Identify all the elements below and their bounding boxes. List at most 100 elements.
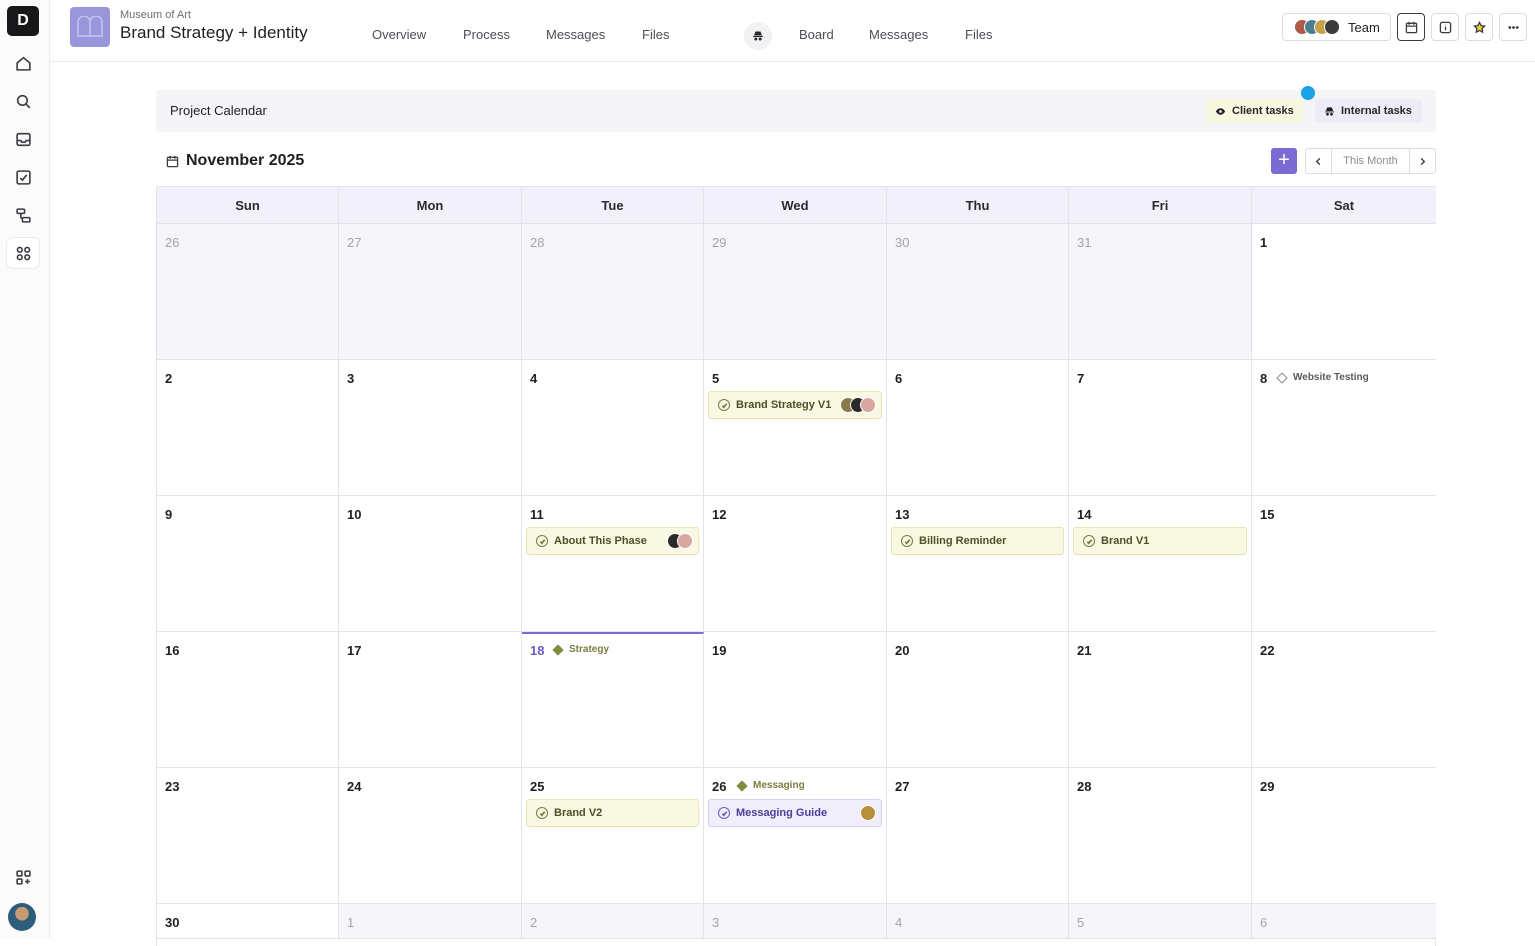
day-cell[interactable]: 15: [1252, 496, 1436, 632]
event-brand-strategy-v1[interactable]: Brand Strategy V1: [708, 391, 882, 419]
event-about-this-phase[interactable]: About This Phase: [526, 527, 699, 555]
day-cell[interactable]: 27: [887, 768, 1069, 904]
day-cell[interactable]: 2: [157, 360, 339, 496]
day-number: 2: [165, 371, 173, 386]
day-cell[interactable]: 6: [1252, 904, 1436, 939]
day-cell[interactable]: 19: [704, 632, 887, 768]
workflow-icon[interactable]: [7, 200, 39, 230]
day-cell-today[interactable]: 18 Strategy: [522, 632, 704, 768]
day-cell[interactable]: 22: [1252, 632, 1436, 768]
day-cell[interactable]: 28: [1069, 768, 1252, 904]
assignee-avatars: [840, 397, 876, 413]
app-logo[interactable]: D: [7, 6, 39, 36]
internal-spy-icon[interactable]: [744, 22, 772, 50]
day-cell[interactable]: 1: [339, 904, 522, 939]
day-cell[interactable]: 30: [887, 224, 1069, 360]
team-label: Team: [1348, 19, 1380, 35]
month-heading: November 2025: [166, 152, 304, 170]
day-cell[interactable]: 10: [339, 496, 522, 632]
user-avatar[interactable]: [8, 903, 36, 931]
home-icon[interactable]: [7, 48, 39, 78]
day-cell[interactable]: 23: [157, 768, 339, 904]
inbox-icon[interactable]: [7, 124, 39, 154]
project-thumbnail: [70, 7, 110, 47]
day-cell[interactable]: 3: [339, 360, 522, 496]
day-cell[interactable]: 4: [522, 360, 704, 496]
day-cell[interactable]: 21: [1069, 632, 1252, 768]
milestone-website-testing[interactable]: Website Testing: [1276, 371, 1369, 384]
tasks-icon[interactable]: [7, 162, 39, 192]
search-icon[interactable]: [7, 86, 39, 116]
day-cell[interactable]: 20: [887, 632, 1069, 768]
day-cell[interactable]: 31: [1069, 224, 1252, 360]
day-cell[interactable]: 26: [157, 224, 339, 360]
event-messaging-guide[interactable]: Messaging Guide: [708, 799, 882, 827]
chevron-left-icon: [1315, 157, 1321, 165]
calendar-icon[interactable]: [1397, 13, 1425, 41]
day-cell[interactable]: 9: [157, 496, 339, 632]
day-cell[interactable]: 16: [157, 632, 339, 768]
add-event-button[interactable]: +: [1271, 148, 1297, 174]
team-button[interactable]: Team: [1282, 13, 1391, 41]
add-app-icon[interactable]: [7, 862, 39, 892]
day-cell[interactable]: 29: [704, 224, 887, 360]
this-month-button[interactable]: This Month: [1331, 149, 1410, 173]
day-cell[interactable]: 1: [1252, 224, 1436, 360]
day-cell[interactable]: 7: [1069, 360, 1252, 496]
day-cell[interactable]: 26 Messaging Messaging Guide: [704, 768, 887, 904]
internal-tasks-filter[interactable]: Internal tasks: [1315, 99, 1422, 123]
day-cell[interactable]: 6: [887, 360, 1069, 496]
day-cell[interactable]: 13 Billing Reminder: [887, 496, 1069, 632]
weekday-thu: Thu: [887, 187, 1069, 224]
day-number: 30: [165, 915, 180, 930]
day-cell[interactable]: 17: [339, 632, 522, 768]
event-billing-reminder[interactable]: Billing Reminder: [891, 527, 1064, 555]
weekday-wed: Wed: [704, 187, 887, 224]
day-cell[interactable]: 29: [1252, 768, 1436, 904]
milestone-strategy[interactable]: Strategy: [552, 643, 609, 656]
day-cell[interactable]: 25 Brand V2: [522, 768, 704, 904]
event-label: Brand V2: [554, 807, 603, 819]
star-icon[interactable]: [1465, 13, 1493, 41]
day-cell[interactable]: 30: [157, 904, 339, 939]
day-number: 10: [347, 507, 362, 522]
day-cell[interactable]: 24: [339, 768, 522, 904]
day-cell[interactable]: 5: [1069, 904, 1252, 939]
milestone-messaging[interactable]: Messaging: [736, 779, 805, 792]
diamond-outline-icon: [1276, 371, 1288, 384]
more-icon[interactable]: [1499, 13, 1527, 41]
day-cell[interactable]: 27: [339, 224, 522, 360]
weekday-sat: Sat: [1252, 187, 1436, 224]
day-number: 6: [1260, 915, 1268, 930]
event-brand-v1[interactable]: Brand V1: [1073, 527, 1247, 555]
client-tasks-filter[interactable]: Client tasks: [1206, 99, 1303, 123]
day-cell[interactable]: 5 Brand Strategy V1: [704, 360, 887, 496]
month-navigation: This Month: [1305, 148, 1436, 174]
tab-messages[interactable]: Messages: [546, 27, 605, 42]
next-month-button[interactable]: [1410, 149, 1435, 173]
project-header: Museum of Art Brand Strategy + Identity …: [50, 0, 1535, 62]
day-cell[interactable]: 8 Website Testing: [1252, 360, 1436, 496]
day-cell[interactable]: 28: [522, 224, 704, 360]
tab-internal-messages[interactable]: Messages: [869, 27, 928, 42]
day-cell[interactable]: 2: [522, 904, 704, 939]
tab-board[interactable]: Board: [799, 27, 834, 42]
tab-internal-files[interactable]: Files: [965, 27, 992, 42]
project-title: Brand Strategy + Identity: [120, 23, 308, 42]
day-cell[interactable]: 11 About This Phase: [522, 496, 704, 632]
tab-files[interactable]: Files: [642, 27, 669, 42]
day-number: 16: [165, 643, 180, 658]
day-cell[interactable]: 12: [704, 496, 887, 632]
day-number: 27: [347, 235, 362, 250]
tab-overview[interactable]: Overview: [372, 27, 426, 42]
day-cell[interactable]: 14 Brand V1: [1069, 496, 1252, 632]
info-icon[interactable]: [1431, 13, 1459, 41]
day-number: 3: [712, 915, 720, 930]
tab-process[interactable]: Process: [463, 27, 510, 42]
apps-grid-icon[interactable]: [7, 238, 39, 268]
day-cell[interactable]: 4: [887, 904, 1069, 939]
event-label: Brand Strategy V1: [736, 399, 832, 411]
prev-month-button[interactable]: [1306, 149, 1331, 173]
day-cell[interactable]: 3: [704, 904, 887, 939]
event-brand-v2[interactable]: Brand V2: [526, 799, 699, 827]
